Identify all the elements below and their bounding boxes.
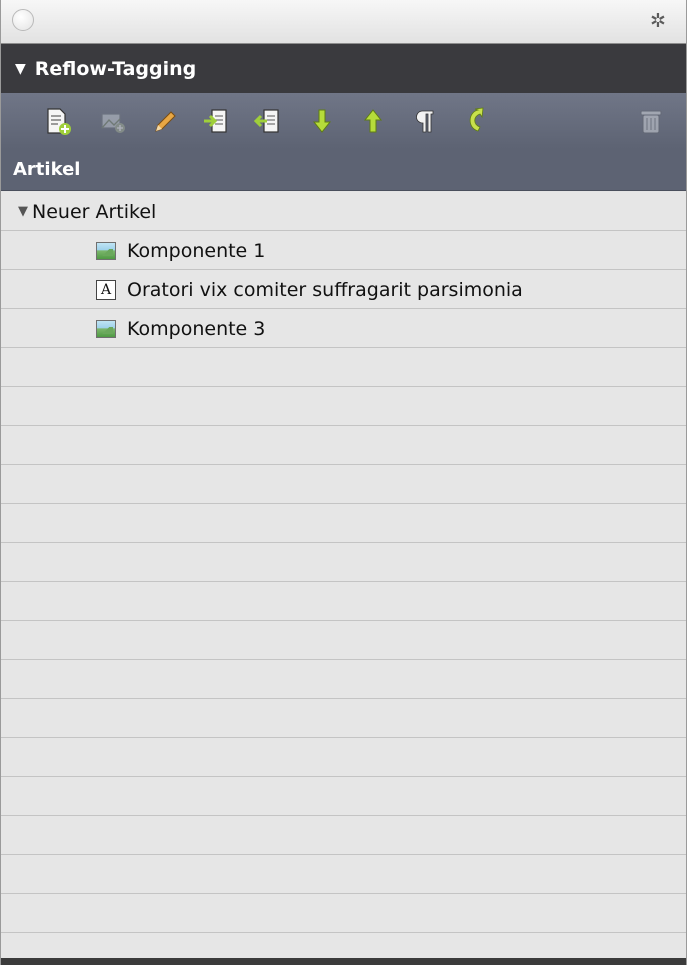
new-component-icon[interactable] [96,104,130,138]
paragraph-icon[interactable] [407,104,441,138]
article-tree: ▼ Neuer Artikel Komponente 1 A Oratori v… [1,192,686,958]
column-header-label: Artikel [13,159,81,180]
tree-item-component[interactable]: Komponente 1 [1,231,686,270]
edit-pencil-icon[interactable] [148,104,182,138]
add-to-article-icon[interactable] [199,104,233,138]
panel-titlebar: ✲ [1,0,686,44]
image-icon [96,319,116,338]
tree-item-component[interactable]: A Oratori vix comiter suffragarit parsim… [1,270,686,309]
disclosure-triangle-icon[interactable]: ▼ [15,61,26,77]
tree-item-article[interactable]: ▼ Neuer Artikel [1,192,686,231]
trash-icon[interactable] [634,104,668,138]
toolbar [1,93,686,149]
tree-item-component[interactable]: Komponente 3 [1,309,686,348]
expand-triangle-icon[interactable]: ▼ [18,204,28,219]
panel-title: Reflow-Tagging [34,57,197,80]
article-label: Neuer Artikel [32,200,157,223]
remove-from-article-icon[interactable] [251,104,285,138]
text-frame-icon: A [96,279,116,300]
move-down-icon[interactable] [305,104,339,138]
undo-arrow-icon[interactable] [457,104,491,138]
move-up-icon[interactable] [356,104,390,138]
gear-icon[interactable]: ✲ [647,10,669,32]
section-header[interactable]: ▼ Reflow-Tagging [1,44,686,93]
column-header[interactable]: Artikel [1,149,686,191]
close-dot-icon[interactable] [12,9,34,31]
new-article-icon[interactable] [41,104,75,138]
component-label: Oratori vix comiter suffragarit parsimon… [127,278,523,301]
reflow-tagging-panel: ✲ ▼ Reflow-Tagging Artikel ▼ Neuer Artik… [0,0,687,965]
image-icon [96,241,116,260]
component-label: Komponente 3 [127,317,266,340]
component-label: Komponente 1 [127,239,266,262]
panel-bottom-bar [1,958,686,965]
